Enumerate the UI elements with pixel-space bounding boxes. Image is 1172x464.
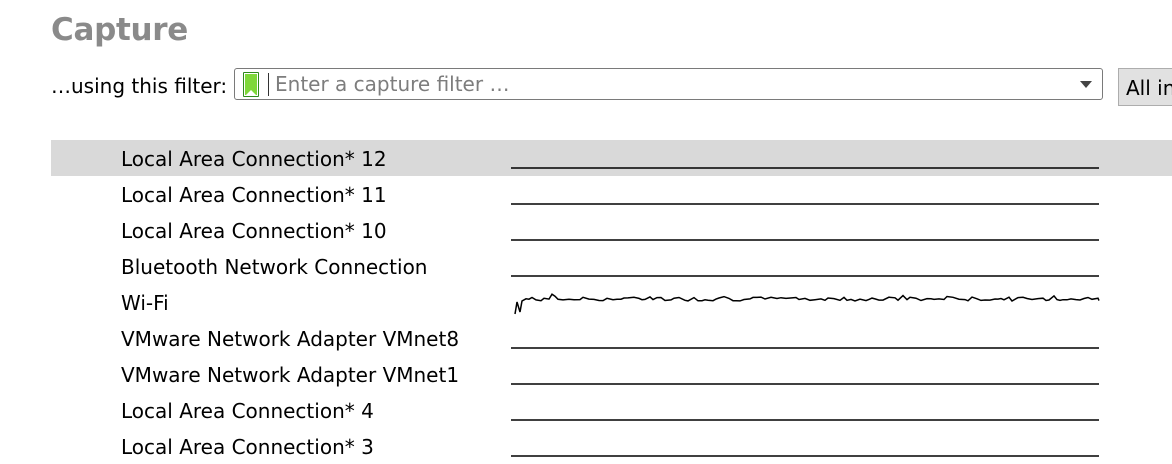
traffic-sparkline — [511, 347, 1099, 349]
interface-row[interactable]: Bluetooth Network Connection — [51, 248, 1172, 284]
interface-name: VMware Network Adapter VMnet8 — [121, 327, 460, 351]
traffic-sparkline — [511, 275, 1099, 277]
interface-name: Wi-Fi — [121, 291, 169, 315]
traffic-sparkline — [511, 383, 1099, 385]
traffic-sparkline — [511, 455, 1099, 457]
traffic-sparkline — [514, 293, 1100, 315]
interface-name: Local Area Connection* 4 — [121, 399, 374, 423]
interface-name: Local Area Connection* 11 — [121, 183, 387, 207]
capture-filter-input[interactable] — [275, 71, 1065, 97]
interface-name: Local Area Connection* 12 — [121, 147, 387, 171]
interface-name: Local Area Connection* 10 — [121, 219, 387, 243]
interface-name: Local Area Connection* 3 — [121, 435, 374, 459]
traffic-sparkline — [511, 203, 1099, 205]
interface-row[interactable]: Local Area Connection* 4 — [51, 392, 1172, 428]
capture-filter-combobox[interactable] — [234, 68, 1103, 100]
traffic-sparkline — [511, 239, 1099, 241]
interface-row[interactable]: VMware Network Adapter VMnet8 — [51, 320, 1172, 356]
interface-name: VMware Network Adapter VMnet1 — [121, 363, 460, 387]
traffic-sparkline — [511, 167, 1099, 169]
bookmark-icon[interactable] — [243, 72, 259, 97]
interface-row[interactable]: Local Area Connection* 12 — [51, 140, 1172, 176]
interface-row[interactable]: Local Area Connection* 10 — [51, 212, 1172, 248]
interface-row[interactable]: VMware Network Adapter VMnet1 — [51, 356, 1172, 392]
interface-row[interactable]: Local Area Connection* 11 — [51, 176, 1172, 212]
bookmark-notch — [245, 90, 257, 96]
sparkline-path — [514, 293, 1100, 315]
traffic-sparkline — [511, 419, 1099, 421]
interface-row[interactable]: Local Area Connection* 3 — [51, 428, 1172, 464]
filter-label: …using this filter: — [51, 74, 228, 98]
filter-separator — [268, 73, 269, 96]
interface-name: Bluetooth Network Connection — [121, 255, 428, 279]
interface-list[interactable]: Local Area Connection* 12 Local Area Conn… — [51, 140, 1172, 464]
capture-section-title: Capture — [51, 12, 188, 48]
interface-type-select[interactable]: All in — [1118, 68, 1172, 106]
chevron-down-icon[interactable] — [1080, 81, 1092, 88]
interface-row[interactable]: Wi-Fi — [51, 284, 1172, 320]
